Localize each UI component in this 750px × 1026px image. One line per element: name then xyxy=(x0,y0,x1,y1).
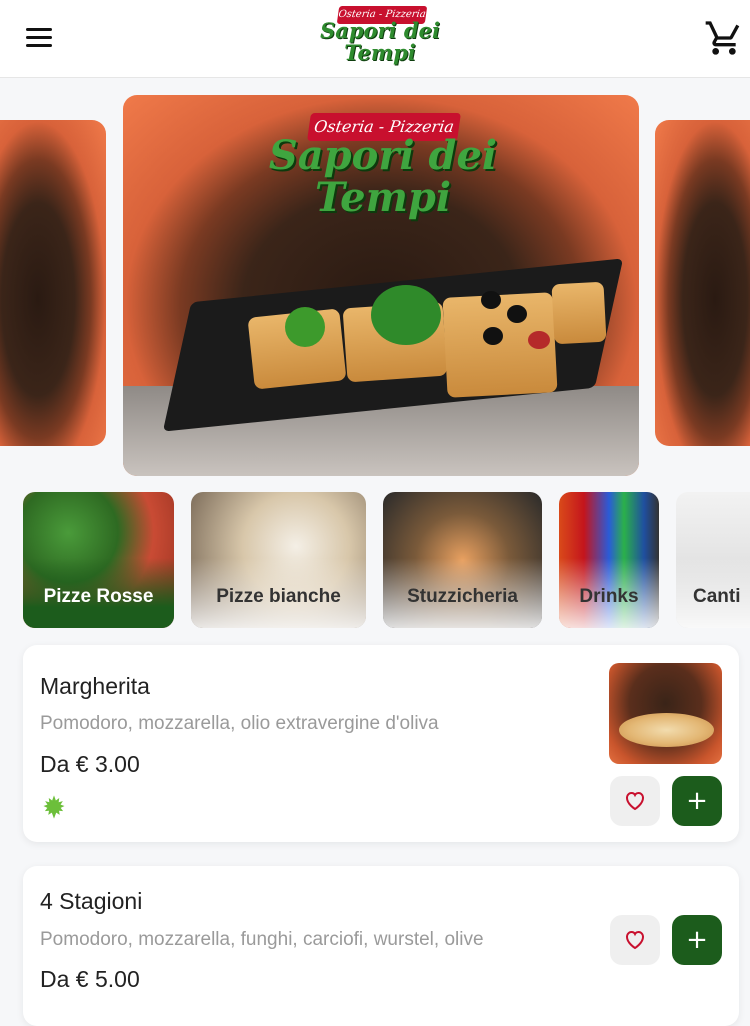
product-card[interactable]: 4 Stagioni Pomodoro, mozzarella, funghi,… xyxy=(23,866,739,1026)
product-name: Margherita xyxy=(40,673,150,699)
category-label: Pizze Rosse xyxy=(43,586,154,607)
hero-logo-script: Sapori dei Tempi xyxy=(268,132,498,221)
product-description: Pomodoro, mozzarella, funghi, carciofi, … xyxy=(40,929,484,950)
category-pizze-bianche[interactable]: Pizze bianche xyxy=(191,492,366,628)
heart-icon xyxy=(625,930,645,950)
vegetarian-leaf-icon xyxy=(40,793,68,821)
heart-icon xyxy=(625,791,645,811)
favorite-button[interactable] xyxy=(610,776,660,826)
shopping-cart-icon[interactable] xyxy=(704,18,744,58)
category-strip[interactable]: Pizze Rosse Pizze bianche Stuzzicheria D… xyxy=(0,492,750,630)
carousel-slide-next[interactable] xyxy=(655,120,750,446)
product-image[interactable] xyxy=(609,663,722,764)
category-drinks[interactable]: Drinks xyxy=(559,492,659,628)
category-label: Canti xyxy=(693,586,741,607)
category-label: Stuzzicheria xyxy=(407,586,518,607)
category-label: Drinks xyxy=(579,586,639,607)
favorite-button[interactable] xyxy=(610,915,660,965)
add-to-cart-button[interactable]: + xyxy=(672,915,722,965)
restaurant-logo[interactable]: Osteria - Pizzeria Sapori dei Tempi xyxy=(316,6,444,72)
category-pizze-rosse[interactable]: Pizze Rosse xyxy=(23,492,174,628)
product-price: Da € 3.00 xyxy=(40,751,140,777)
product-card[interactable]: Margherita Pomodoro, mozzarella, olio ex… xyxy=(23,645,739,842)
hamburger-menu-icon[interactable] xyxy=(26,28,54,50)
product-description: Pomodoro, mozzarella, olio extravergine … xyxy=(40,713,439,734)
pizza-slice xyxy=(551,281,607,345)
category-label: Pizze bianche xyxy=(216,586,341,607)
carousel-slide-current[interactable]: Osteria - Pizzeria Sapori dei Tempi xyxy=(123,95,639,476)
carousel-slide-previous[interactable] xyxy=(0,120,106,446)
hero-carousel[interactable]: Osteria - Pizzeria Sapori dei Tempi xyxy=(0,95,750,477)
category-stuzzicheria[interactable]: Stuzzicheria xyxy=(383,492,542,628)
product-name: 4 Stagioni xyxy=(40,888,143,914)
add-to-cart-button[interactable]: + xyxy=(672,776,722,826)
product-price: Da € 5.00 xyxy=(40,966,140,992)
logo-script: Sapori dei Tempi xyxy=(320,18,440,65)
category-cantina[interactable]: Canti xyxy=(676,492,750,628)
top-bar: Osteria - Pizzeria Sapori dei Tempi xyxy=(0,0,750,78)
